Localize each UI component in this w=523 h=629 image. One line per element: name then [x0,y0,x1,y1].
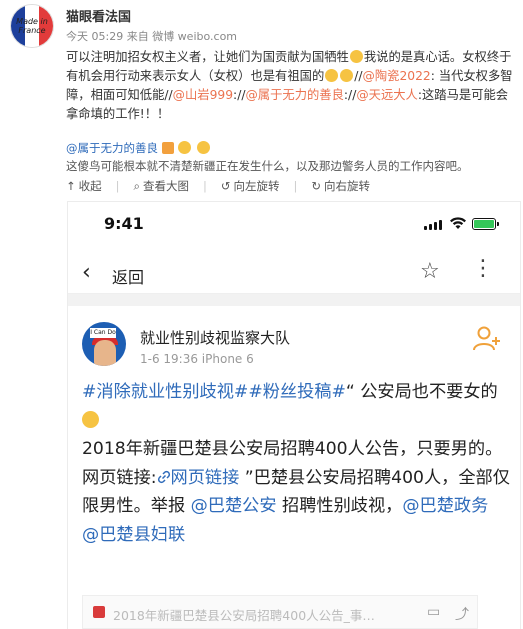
signal-bar [434,222,437,230]
add-follow-icon[interactable] [472,324,502,354]
avatar[interactable]: Made in France [10,4,54,48]
hashtag-link[interactable]: #粉丝投稿# [248,382,346,402]
rotate-left-button[interactable]: ↺ 向左旋转 [221,178,280,194]
vip-badge-icon [161,142,174,154]
back-button[interactable]: 返回 [112,264,144,288]
username[interactable]: 猫眼看法国 [66,6,131,25]
image-actions: ↑ 收起 | ⌕ 查看大图 | ↺ 向左旋转 | ↻ 向右旋转 [66,178,370,194]
rotate-left-label: 向左旋转 [233,179,280,193]
signal-icon [424,220,442,230]
signal-bar [439,220,442,230]
rotate-right-label: 向右旋转 [324,179,370,193]
rotate-left-icon: ↺ [220,179,231,193]
smile-emoji-icon [349,50,363,63]
comment-author-row: @属于无力的善良 [66,140,211,156]
web-link[interactable]: 网页链接 [171,468,240,488]
page-icon [93,606,105,618]
clap-emoji-icon [178,141,192,154]
divider: | [115,179,120,193]
mention-link[interactable]: @巴楚政务 [402,496,488,516]
zoom-icon: ⌕ [133,178,140,193]
post-content: #消除就业性别歧视##粉丝投稿#“ 公安局也不要女的 2018年新疆巴楚县公安局… [82,378,510,549]
grin-emoji-icon [340,69,354,82]
post-meta: 今天 05:29 来自 微博 weibo.com [66,30,238,43]
rotate-right-button[interactable]: ↻ 向右旋转 [311,178,370,194]
more-icon[interactable]: ⋮ [472,256,495,281]
mention-link[interactable]: @属于无力的善良 [246,88,344,102]
divider: | [293,179,298,193]
comment-text: 这傻鸟可能根本就不清楚新疆正在发生什么，以及那边警务人员的工作内容吧。 [66,159,469,173]
link-icon [157,470,170,483]
nav-bar: ‹ 返回 ☆ ⋮ [68,254,520,294]
battery-icon [472,218,499,230]
shocked-emoji-icon [82,410,99,428]
weibo-post: Made in France 猫眼看法国 今天 05:29 来自 微博 weib… [0,0,523,200]
post-text: // [237,88,246,102]
post-text: // [354,69,363,83]
post-text: 招聘性别歧视， [282,496,403,516]
weibo-post-card: I Can Do 就业性别歧视监察大队 1-6 19:36 iPhone 6 #… [68,306,520,629]
wifi-icon [450,217,466,229]
mention-link[interactable]: @天远大人 [356,88,418,102]
collapse-icon: ↑ [66,179,76,193]
rotate-right-icon: ↻ [311,179,321,193]
book-icon[interactable]: ▭ [427,604,440,620]
collapse-label: 收起 [78,179,102,193]
avatar[interactable]: I Can Do [82,322,126,366]
signal-bar [424,226,427,230]
signal-bar [429,224,432,230]
link-card-title: 2018年新疆巴楚县公安局招聘400人公告_事… [113,608,375,623]
post-meta: 1-6 19:36 iPhone 6 [140,352,254,366]
battery-fill [474,220,494,228]
mention-link[interactable]: @巴楚公安 [191,496,277,516]
link-card[interactable]: 2018年新疆巴楚县公安局招聘400人公告_事… ▭ ⤴ [82,595,478,629]
star-icon[interactable]: ☆ [420,259,440,284]
divider: | [202,179,207,193]
back-chevron-icon[interactable]: ‹ [82,260,91,285]
avatar-face [94,340,116,366]
status-bar: 9:41 [68,202,520,246]
dog-emoji-icon [325,69,339,82]
post-text: “ 公安局也不要女的 [345,382,498,402]
post-text: 可以注明加招女权主义者，让她们为国贡献为国牺牲 [66,50,349,64]
status-time: 9:41 [104,214,144,233]
avatar-banner: I Can Do [90,328,116,338]
phone-screenshot: 9:41 ‹ 返回 ☆ ⋮ I Can Do 就业性别歧视监察大队 1-6 19… [68,202,520,629]
avatar-text: Made in France [16,17,48,35]
mention-link[interactable]: @陶瓷2022 [363,69,431,83]
comment-author[interactable]: @属于无力的善良 [66,141,158,155]
mention-link[interactable]: @山岩999 [173,88,233,102]
hashtag-link[interactable]: #消除就业性别歧视# [82,382,248,402]
mention-link[interactable]: @巴楚县妇联 [82,525,185,545]
account-name[interactable]: 就业性别歧视监察大队 [140,327,290,348]
separator [68,294,520,306]
face-emoji-icon [196,141,210,154]
post-body: 可以注明加招女权主义者，让她们为国贡献为国牺牲 我说的是真心话。女权终于有机会用行… [66,48,514,124]
view-large-button[interactable]: ⌕ 查看大图 [134,178,189,194]
share-icon[interactable]: ⤴ [455,604,469,624]
view-large-label: 查看大图 [142,179,189,193]
collapse-button[interactable]: ↑ 收起 [66,178,102,194]
